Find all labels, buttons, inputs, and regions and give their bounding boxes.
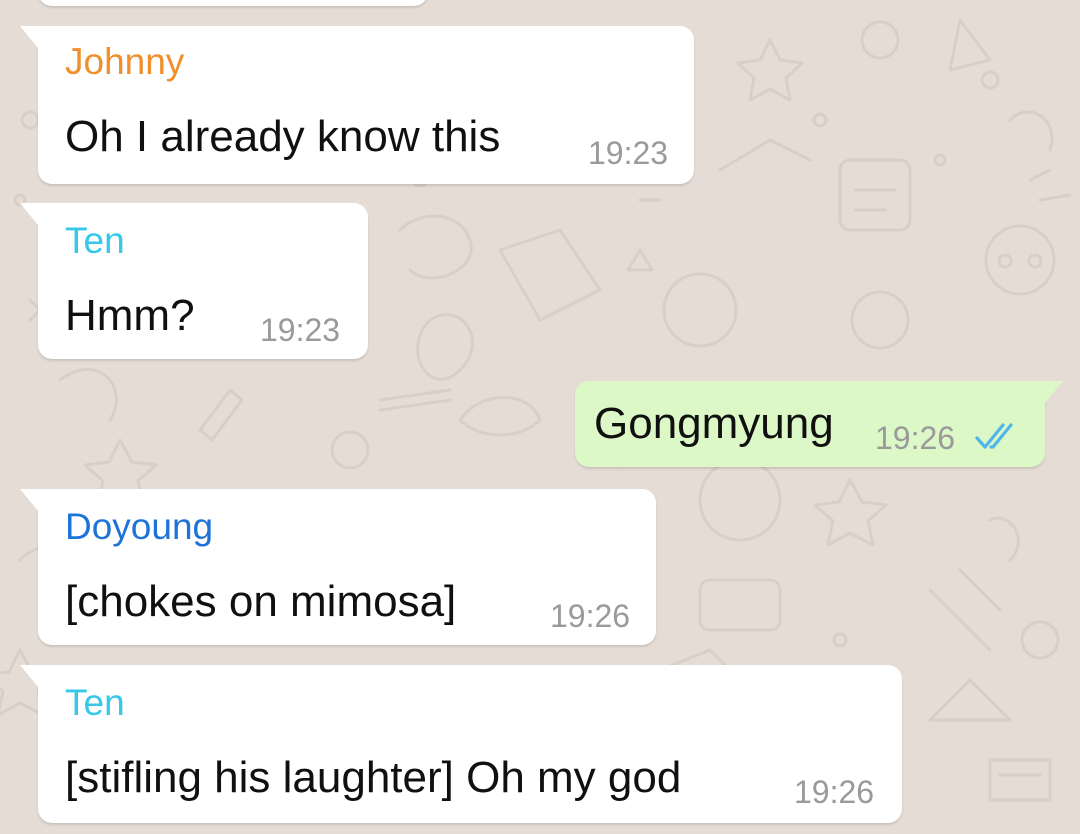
double-check-read-icon (975, 423, 1013, 449)
previous-message-bubble (38, 0, 428, 6)
sender-name[interactable]: Ten (65, 683, 125, 723)
message-bubble-johnny[interactable]: Johnny Oh I already know this 19:23 (20, 26, 694, 184)
message-text: Gongmyung (594, 399, 834, 448)
message-text: Hmm? (65, 291, 195, 340)
message-bubble-outgoing[interactable]: Gongmyung 19:26 (575, 381, 1063, 467)
message-text: [stifling his laughter] Oh my god (65, 753, 682, 802)
message-timestamp: 19:26 (550, 598, 631, 634)
sender-name[interactable]: Johnny (65, 42, 184, 82)
sender-name[interactable]: Ten (65, 221, 125, 261)
message-text: Oh I already know this (65, 112, 501, 161)
message-timestamp: 19:23 (588, 135, 669, 171)
message-bubble-ten[interactable]: Ten Hmm? 19:23 (20, 203, 368, 359)
message-bubble-ten-2[interactable]: Ten [stifling his laughter] Oh my god 19… (20, 665, 902, 823)
message-bubble-doyoung[interactable]: Doyoung [chokes on mimosa] 19:26 (20, 489, 656, 645)
message-timestamp: 19:26 (794, 774, 875, 810)
sender-name[interactable]: Doyoung (65, 507, 213, 547)
message-timestamp: 19:23 (260, 312, 341, 348)
message-text: [chokes on mimosa] (65, 577, 457, 626)
message-timestamp: 19:26 (875, 420, 956, 456)
